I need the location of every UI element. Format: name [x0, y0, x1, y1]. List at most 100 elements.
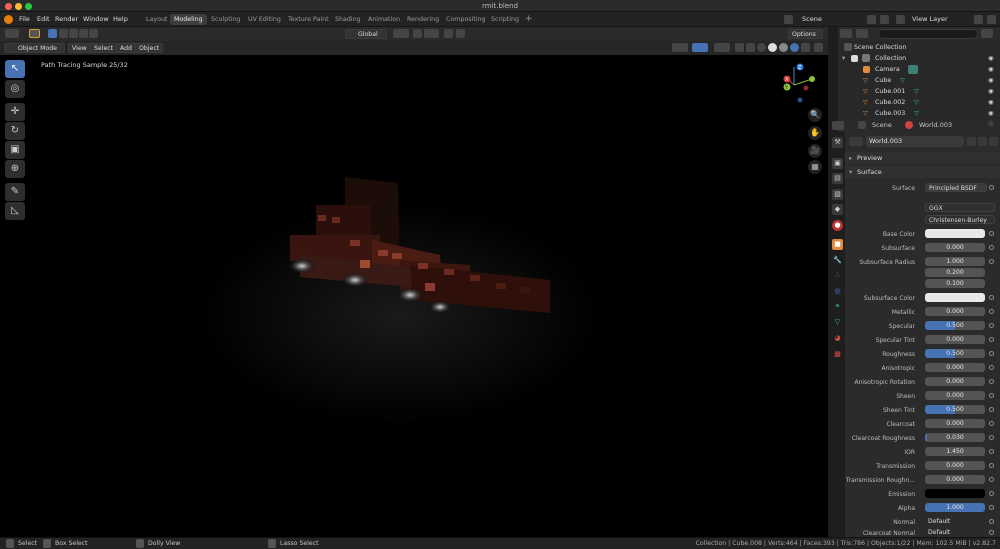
menu-help[interactable]: Help: [113, 15, 128, 23]
scale-tool-icon[interactable]: ▣: [5, 141, 25, 159]
ior-socket-icon[interactable]: [989, 449, 994, 454]
surface-socket-icon[interactable]: [989, 185, 994, 190]
tab-texture-paint[interactable]: Texture Paint: [284, 14, 333, 25]
outliner-row-collection[interactable]: ▾ Collection ◉: [838, 53, 1000, 64]
outliner-editor-type-icon[interactable]: [840, 29, 852, 38]
alpha-slider[interactable]: 1.000: [925, 503, 985, 512]
snap-toggle-icon[interactable]: [413, 29, 422, 38]
new-scene-icon[interactable]: [867, 15, 876, 24]
pan-view-icon[interactable]: ✋: [808, 126, 822, 140]
object-mode-dropdown[interactable]: Object Mode: [4, 43, 65, 53]
physics-tab-icon[interactable]: ◎: [832, 286, 843, 297]
world-browse-icon[interactable]: [849, 137, 863, 146]
clearcoat-roughness-socket-icon[interactable]: [989, 435, 994, 440]
normal-socket-icon[interactable]: [989, 519, 994, 524]
outliner-row-scene-collection[interactable]: Scene Collection: [838, 42, 1000, 53]
specular-tint-socket-icon[interactable]: [989, 337, 994, 342]
metallic-field[interactable]: 0.000: [925, 307, 985, 316]
clearcoat-field[interactable]: 0.000: [925, 419, 985, 428]
measure-tool-icon[interactable]: ◺: [5, 202, 25, 220]
material-tab-icon[interactable]: ◕: [832, 333, 843, 344]
select-mode-extend-icon[interactable]: [59, 29, 68, 38]
tab-layout[interactable]: Layout: [142, 14, 171, 25]
snap-target-icon[interactable]: [424, 29, 439, 38]
editor-type-icon[interactable]: [5, 29, 19, 38]
y-axis-positive-handle[interactable]: [809, 76, 815, 82]
outliner-row-camera[interactable]: Camera ◉: [838, 64, 1000, 75]
mesh-data-icon[interactable]: ▽: [914, 86, 919, 97]
tab-shading[interactable]: Shading: [331, 14, 365, 25]
tab-uv-editing[interactable]: UV Editing: [244, 14, 285, 25]
shading-solid-icon[interactable]: [768, 43, 777, 52]
base-color-socket-icon[interactable]: [989, 231, 994, 236]
outliner-row-cube-001[interactable]: ▽ Cube.001 ▽ ◉: [838, 86, 1000, 97]
annotate-tool-icon[interactable]: ✎: [5, 183, 25, 201]
overlay-toggle-icon[interactable]: [714, 43, 730, 52]
z-axis-negative-handle[interactable]: [797, 97, 803, 103]
transmission-socket-icon[interactable]: [989, 463, 994, 468]
properties-editor-type-icon[interactable]: [832, 121, 844, 130]
base-color-swatch[interactable]: [925, 229, 985, 238]
select-tool-icon[interactable]: [29, 29, 40, 38]
eye-icon[interactable]: ◉: [988, 86, 994, 97]
delete-scene-icon[interactable]: [880, 15, 889, 24]
new-view-layer-icon[interactable]: [974, 15, 983, 24]
outliner-row-cube[interactable]: ▽ Cube ▽ ◉: [838, 75, 1000, 86]
checkbox-icon[interactable]: [851, 55, 858, 62]
eye-icon[interactable]: ◉: [988, 75, 994, 86]
anisotropic-field[interactable]: 0.000: [925, 363, 985, 372]
subsurface-field[interactable]: 0.000: [925, 243, 985, 252]
mesh-data-icon[interactable]: ▽: [900, 75, 905, 86]
roughness-socket-icon[interactable]: [989, 351, 994, 356]
outliner-display-mode-icon[interactable]: [856, 29, 868, 38]
subsurface-radius-x-field[interactable]: 1.000: [925, 257, 985, 266]
outliner-row-cube-002[interactable]: ▽ Cube.002 ▽ ◉: [838, 97, 1000, 108]
visibility-icon[interactable]: [672, 43, 688, 52]
subsurface-method-dropdown[interactable]: Christensen-Burley: [925, 215, 995, 224]
falloff-icon[interactable]: [456, 29, 465, 38]
output-tab-icon[interactable]: ▤: [832, 173, 843, 184]
scene-name[interactable]: Scene: [802, 15, 822, 23]
zoom-view-icon[interactable]: 🔍: [808, 108, 822, 122]
transmission-roughness-field[interactable]: 0.000: [925, 475, 985, 484]
menu-view[interactable]: View: [68, 43, 91, 53]
transmission-field[interactable]: 0.000: [925, 461, 985, 470]
rotate-tool-icon[interactable]: ↻: [5, 122, 25, 140]
clearcoat-normal-socket-icon[interactable]: [989, 530, 994, 535]
subsurface-color-swatch[interactable]: [925, 293, 985, 302]
data-tab-icon[interactable]: ▽: [832, 317, 843, 328]
pivot-point-icon[interactable]: [393, 29, 409, 38]
eye-icon[interactable]: ◉: [988, 64, 994, 75]
shading-material-icon[interactable]: [779, 43, 788, 52]
subsurface-radius-z-field[interactable]: 0.100: [925, 279, 985, 288]
move-tool-icon[interactable]: ✛: [5, 103, 25, 121]
object-tab-icon[interactable]: ■: [832, 239, 843, 250]
alpha-socket-icon[interactable]: [989, 505, 994, 510]
tab-modeling[interactable]: Modeling: [170, 14, 207, 25]
roughness-slider[interactable]: 0.500: [925, 349, 985, 358]
anisotropic-rotation-field[interactable]: 0.000: [925, 377, 985, 386]
select-mode-invert-icon[interactable]: [79, 29, 88, 38]
emission-color-swatch[interactable]: [925, 489, 985, 498]
specular-socket-icon[interactable]: [989, 323, 994, 328]
tab-scripting[interactable]: Scripting: [487, 14, 523, 25]
gizmo-toggle-icon[interactable]: [692, 43, 708, 52]
subsurface-radius-socket-icon[interactable]: [989, 259, 994, 264]
add-workspace-button[interactable]: +: [521, 14, 537, 25]
perspective-toggle-icon[interactable]: ▦: [808, 160, 822, 174]
menu-render[interactable]: Render: [55, 15, 78, 23]
tab-animation[interactable]: Animation: [364, 14, 404, 25]
sheen-tint-socket-icon[interactable]: [989, 407, 994, 412]
navigation-gizmo[interactable]: Z X Y: [780, 61, 820, 111]
sheen-socket-icon[interactable]: [989, 393, 994, 398]
surface-panel-header[interactable]: ▾ Surface: [845, 166, 1000, 178]
select-mode-intersect-icon[interactable]: [89, 29, 98, 38]
constraints-tab-icon[interactable]: ⚭: [832, 301, 843, 312]
tab-rendering[interactable]: Rendering: [403, 14, 443, 25]
shading-wireframe-icon[interactable]: [757, 43, 766, 52]
subsurface-radius-y-field[interactable]: 0.200: [925, 268, 985, 277]
clearcoat-socket-icon[interactable]: [989, 421, 994, 426]
clearcoat-roughness-slider[interactable]: 0.030: [925, 433, 985, 442]
x-axis-negative-handle[interactable]: [803, 85, 809, 91]
cursor-tool-icon[interactable]: ◎: [5, 80, 25, 98]
